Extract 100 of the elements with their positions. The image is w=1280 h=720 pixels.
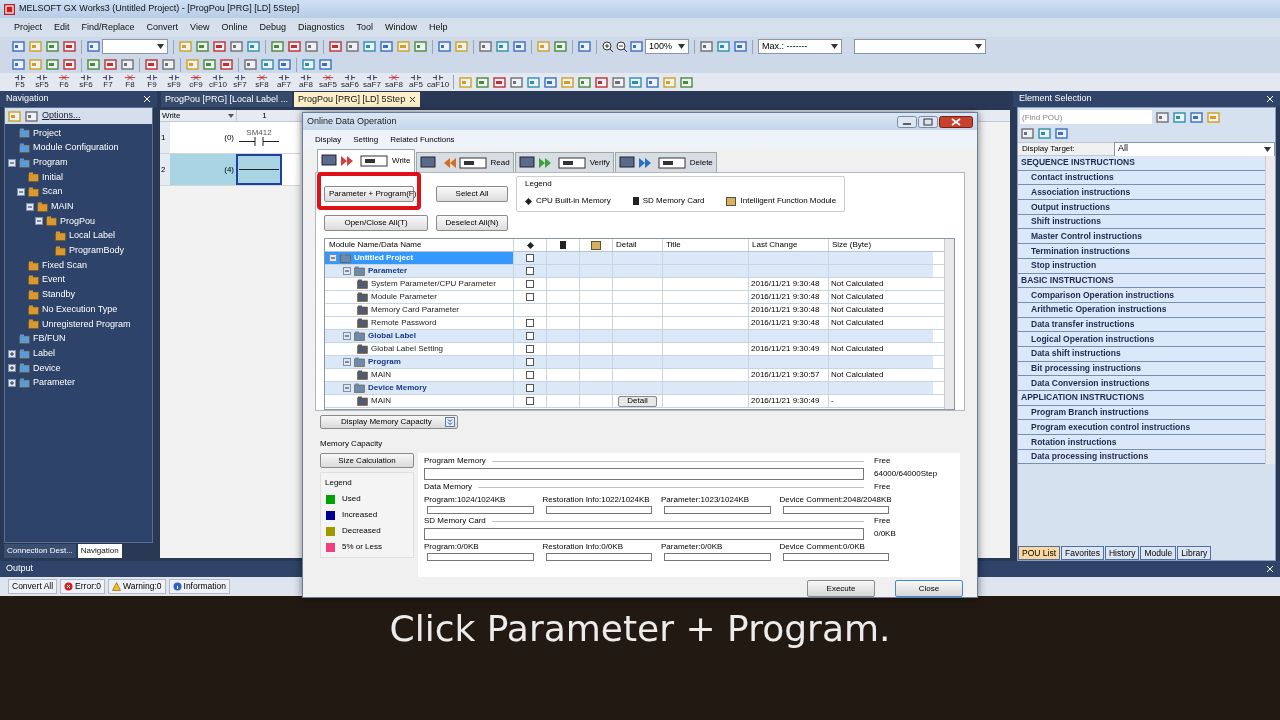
ladder-tool-button[interactable]: cF9 — [186, 75, 206, 89]
table-row[interactable]: Program — [325, 356, 513, 368]
ladder-tool-button[interactable]: sF6 — [76, 75, 96, 89]
maximize-icon[interactable] — [918, 115, 938, 128]
toolbar-icon[interactable] — [121, 58, 134, 71]
instruction-item[interactable]: Termination instructions — [1018, 244, 1265, 259]
checkbox[interactable] — [526, 384, 534, 392]
toolbar-icon[interactable] — [646, 75, 659, 89]
operation-tab[interactable]: Read — [415, 152, 514, 172]
toolbar-icon[interactable] — [271, 40, 284, 53]
toolbar-icon[interactable] — [629, 75, 642, 89]
ladder-cell[interactable]: SM412 — [236, 122, 282, 153]
instruction-item[interactable]: Comparison Operation instructions — [1018, 288, 1265, 303]
checkbox[interactable] — [526, 267, 534, 275]
tree-item[interactable]: ProgramBody — [69, 244, 125, 258]
toolbar-icon[interactable] — [380, 40, 393, 53]
toolbar-icon[interactable] — [261, 58, 274, 71]
toolbar-icon[interactable] — [46, 58, 59, 71]
editor-tab[interactable]: ProgPou [PRG] [Local Label ... — [161, 92, 293, 107]
ladder-cell[interactable] — [236, 154, 282, 185]
panel-tab[interactable]: Favorites — [1061, 546, 1104, 560]
tree-item[interactable]: No Execution Type — [42, 302, 118, 317]
toolbar-icon[interactable] — [595, 75, 608, 89]
tree-item[interactable]: Device — [33, 361, 61, 376]
menu-item[interactable]: Debug — [259, 20, 286, 35]
toolbar-icon[interactable] — [680, 75, 693, 89]
toolbar-icon[interactable] — [305, 40, 318, 53]
ladder-tool-button[interactable]: F6 — [54, 75, 74, 89]
scrollbar[interactable] — [1265, 156, 1275, 465]
panel-tab[interactable]: POU List — [1018, 546, 1060, 560]
toolbar-icon[interactable] — [12, 40, 25, 53]
memory-toggle-button[interactable]: Display Memory Capacity — [320, 415, 458, 429]
menu-item[interactable]: Help — [429, 20, 448, 35]
output-filter-button[interactable]: Information — [168, 579, 231, 594]
menu-item[interactable]: Project — [14, 20, 42, 35]
operation-tab[interactable]: Write — [317, 149, 415, 172]
minimize-icon[interactable] — [897, 115, 917, 128]
ladder-tool-button[interactable]: cF10 — [208, 75, 228, 89]
ladder-tool-button[interactable]: aF7 — [274, 75, 294, 89]
ladder-tool-button[interactable]: F9 — [142, 75, 162, 89]
ladder-tool-button[interactable]: saF8 — [384, 75, 404, 89]
toolbar-icon[interactable] — [1190, 110, 1203, 124]
menu-item[interactable]: Edit — [54, 20, 70, 35]
toolbar-icon[interactable] — [104, 58, 117, 71]
collapse-box-icon[interactable] — [17, 188, 25, 197]
checkbox[interactable] — [526, 371, 534, 379]
ladder-tool-button[interactable]: sF5 — [32, 75, 52, 89]
instruction-item[interactable]: Master Control instructions — [1018, 229, 1265, 245]
action-button[interactable]: Deselect All(N) — [436, 215, 508, 231]
dropdown-field[interactable] — [102, 39, 168, 54]
tree-item[interactable]: Scan — [42, 185, 63, 199]
checkbox[interactable] — [526, 319, 534, 327]
menu-item[interactable]: Setting — [353, 133, 379, 146]
tree-item[interactable]: Standby — [42, 288, 76, 302]
toolbar-icon[interactable] — [414, 40, 427, 53]
toolbar-icon[interactable] — [527, 75, 540, 89]
detail-button[interactable]: Detail — [618, 395, 657, 407]
size-calculation-button[interactable]: Size Calculation — [320, 453, 414, 468]
toolbar-icon[interactable] — [230, 40, 243, 53]
toolbar-icon[interactable] — [162, 58, 175, 71]
zoom-out-icon[interactable] — [616, 40, 628, 53]
menu-item[interactable]: Diagnostics — [298, 20, 345, 35]
toolbar-icon[interactable] — [46, 40, 59, 53]
category-header[interactable]: SEQUENCE INSTRUCTIONS — [1018, 156, 1265, 171]
menu-item[interactable]: Find/Replace — [81, 20, 135, 35]
panel-tab[interactable]: Connection Dest... — [4, 544, 76, 558]
toolbar-icon[interactable] — [496, 40, 509, 53]
category-header[interactable]: APPLICATION INSTRUCTIONS — [1018, 391, 1265, 406]
toolbar-icon[interactable] — [329, 40, 342, 53]
panel-tab[interactable]: Module — [1140, 546, 1177, 560]
menu-item[interactable]: Online — [221, 20, 248, 35]
menu-item[interactable]: Display — [315, 133, 342, 146]
toolbar-icon[interactable] — [363, 40, 376, 53]
toolbar-icon[interactable] — [479, 40, 492, 53]
collapse-box-icon[interactable] — [35, 217, 43, 226]
panel-tab[interactable]: Navigation — [77, 544, 122, 558]
toolbar-icon[interactable] — [203, 58, 216, 71]
tree-item[interactable]: Program — [33, 155, 68, 170]
toolbar-icon[interactable] — [1055, 126, 1068, 140]
dropdown-field[interactable] — [854, 39, 986, 54]
max-field[interactable]: Max.: ------- — [758, 39, 842, 54]
tree-item[interactable]: Label — [33, 346, 56, 361]
expand-box-icon[interactable] — [8, 379, 16, 388]
help-icon[interactable] — [87, 40, 100, 53]
operation-tab[interactable]: Delete — [614, 152, 717, 172]
editor-tab[interactable]: ProgPou [PRG] [LD] 5Step — [294, 92, 421, 107]
instruction-item[interactable]: Program execution control instructions — [1018, 420, 1265, 436]
toolbar-icon[interactable] — [717, 40, 730, 53]
dialog-button[interactable]: Execute — [807, 580, 875, 597]
toolbar-icon[interactable] — [87, 58, 100, 71]
tree-item[interactable]: Event — [42, 273, 65, 287]
ladder-tool-button[interactable]: saF7 — [362, 75, 382, 89]
toolbar-icon[interactable] — [1021, 126, 1034, 140]
toolbar-icon[interactable] — [510, 75, 523, 89]
toolbar-icon[interactable] — [630, 40, 643, 53]
menu-item[interactable]: Related Functions — [390, 133, 455, 146]
table-row[interactable]: Global Label — [325, 330, 513, 342]
tree-item[interactable]: Parameter — [33, 376, 76, 390]
toolbar-icon[interactable] — [244, 58, 257, 71]
toolbar-icon[interactable] — [612, 75, 625, 89]
